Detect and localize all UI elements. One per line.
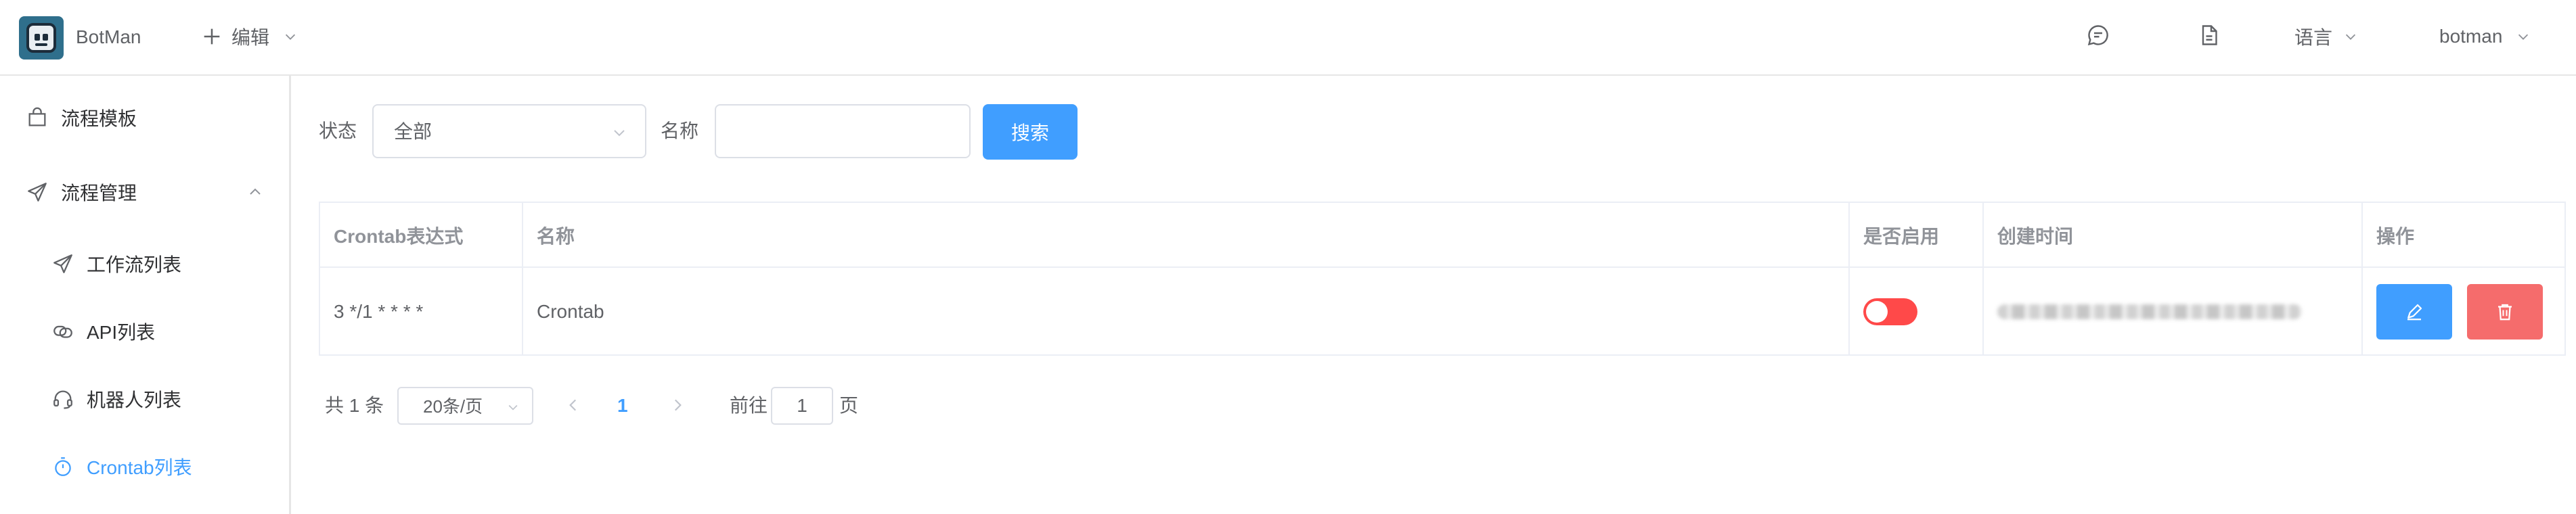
edit-icon [2407,304,2422,321]
sidebar-item-label: 工作流列表 [87,254,182,275]
sidebar-item-crontab-list[interactable]: Crontab列表 [0,433,289,500]
sidebar-item-robot-list[interactable]: 机器人列表 [0,365,289,433]
sidebar-item-label: 流程管理 [61,183,137,204]
column-header-actions: 操作 [2376,226,2415,247]
status-filter-label: 状态 [319,120,357,141]
status-select-value: 全部 [394,121,432,142]
chevron-down-icon [285,34,296,40]
delete-button[interactable] [2467,284,2543,340]
send-icon [53,254,72,273]
total-count: 共 1 条 [325,395,384,416]
headset-icon [53,390,72,409]
timer-icon [55,457,71,476]
sidebar-item-label: 机器人列表 [87,390,182,411]
next-page-icon[interactable] [669,396,686,414]
app-logo[interactable] [19,16,64,60]
language-menu[interactable]: 语言 [2294,22,2358,51]
sidebar-item-label: 流程模板 [61,108,137,129]
sidebar-item-flow-templates[interactable]: 流程模板 [0,84,289,151]
edit-menu-label: 编辑 [231,27,270,48]
chevron-down-icon [2345,34,2356,40]
sidebar-item-label: Crontab列表 [87,457,192,478]
enabled-switch[interactable] [1863,298,1917,325]
crontab-table: Crontab表达式 名称 是否启用 创建时间 操作 3 */1 * * * *… [319,202,2566,356]
cell-name: Crontab [537,301,604,322]
column-header-created-time: 创建时间 [1997,226,2074,247]
sidebar-item-workflow-list[interactable]: 工作流列表 [0,230,289,298]
column-header-name: 名称 [537,226,575,247]
cell-crontab-expression: 3 */1 * * * * [334,301,424,322]
prev-page-icon[interactable] [564,396,582,414]
edit-menu[interactable]: 编辑 [200,22,298,51]
sidebar-item-flow-management[interactable]: 流程管理 [0,158,289,226]
bag-icon [28,107,46,126]
document-icon[interactable] [2197,23,2221,47]
sidebar-item-api-list[interactable]: API列表 [0,298,289,365]
chevron-up-icon [250,188,261,195]
current-page[interactable]: 1 [617,394,628,418]
redacted-created-time [1997,304,2302,319]
page-size-select[interactable]: 20条/页 [397,387,533,425]
language-label: 语言 [2294,27,2333,48]
top-header: BotMan 编辑 语言 botman [0,0,2576,76]
trash-icon [2498,304,2512,321]
chevron-down-icon [2518,34,2529,40]
plus-icon [204,28,220,45]
status-select[interactable]: 全部 [372,104,646,158]
page-size-value: 20条/页 [423,396,483,417]
goto-label: 前往 [730,395,768,416]
name-input[interactable] [715,104,971,158]
app-name[interactable]: BotMan [76,26,141,49]
cell-enabled [1850,268,1982,356]
name-filter-label: 名称 [661,120,699,141]
link-icon [53,325,72,338]
send-icon [28,183,47,202]
column-header-crontab: Crontab表达式 [334,226,464,247]
goto-page-input[interactable] [771,387,833,425]
column-header-enabled: 是否启用 [1863,226,1940,247]
user-name: botman [2439,26,2503,47]
edit-button[interactable] [2376,284,2452,340]
user-menu[interactable]: botman [2439,22,2531,51]
message-icon[interactable] [2086,23,2110,47]
search-button[interactable]: 搜索 [983,104,1078,160]
cell-created-time [1984,268,2361,356]
page-suffix: 页 [839,395,859,416]
cell-actions [2363,268,2564,356]
robot-icon [26,23,56,53]
sidebar: 流程模板 流程管理 工作流列表 API列表 机器人列表 Crontab列表 [0,76,291,514]
chevron-down-icon [508,404,518,411]
chevron-down-icon [614,130,625,137]
sidebar-item-label: API列表 [87,322,156,343]
